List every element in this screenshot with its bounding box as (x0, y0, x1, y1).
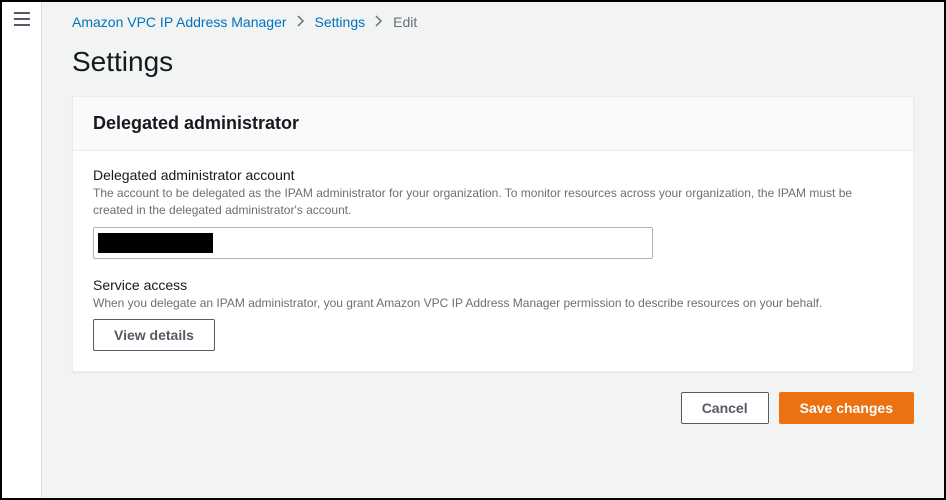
account-label: Delegated administrator account (93, 167, 893, 183)
chevron-right-icon (297, 14, 305, 30)
menu-icon[interactable] (14, 12, 30, 26)
service-access-label: Service access (93, 277, 893, 293)
page-title: Settings (72, 46, 914, 78)
save-changes-button[interactable]: Save changes (779, 392, 914, 424)
account-input[interactable] (93, 227, 653, 259)
breadcrumb: Amazon VPC IP Address Manager Settings E… (72, 14, 914, 30)
action-row: Cancel Save changes (72, 392, 914, 424)
chevron-right-icon (375, 14, 383, 30)
account-description: The account to be delegated as the IPAM … (93, 185, 893, 219)
panel-header: Delegated administrator (73, 97, 913, 151)
delegated-admin-panel: Delegated administrator Delegated admini… (72, 96, 914, 372)
redacted-value (98, 233, 213, 253)
breadcrumb-current: Edit (393, 14, 417, 30)
breadcrumb-settings-link[interactable]: Settings (315, 14, 366, 30)
breadcrumb-root-link[interactable]: Amazon VPC IP Address Manager (72, 14, 287, 30)
cancel-button[interactable]: Cancel (681, 392, 769, 424)
service-access-description: When you delegate an IPAM administrator,… (93, 295, 893, 312)
service-access-group: Service access When you delegate an IPAM… (93, 277, 893, 352)
account-field-group: Delegated administrator account The acco… (93, 167, 893, 259)
panel-body: Delegated administrator account The acco… (73, 151, 913, 371)
left-rail (2, 2, 42, 498)
panel-title: Delegated administrator (93, 113, 893, 134)
main-content: Amazon VPC IP Address Manager Settings E… (42, 2, 944, 498)
view-details-button[interactable]: View details (93, 319, 215, 351)
